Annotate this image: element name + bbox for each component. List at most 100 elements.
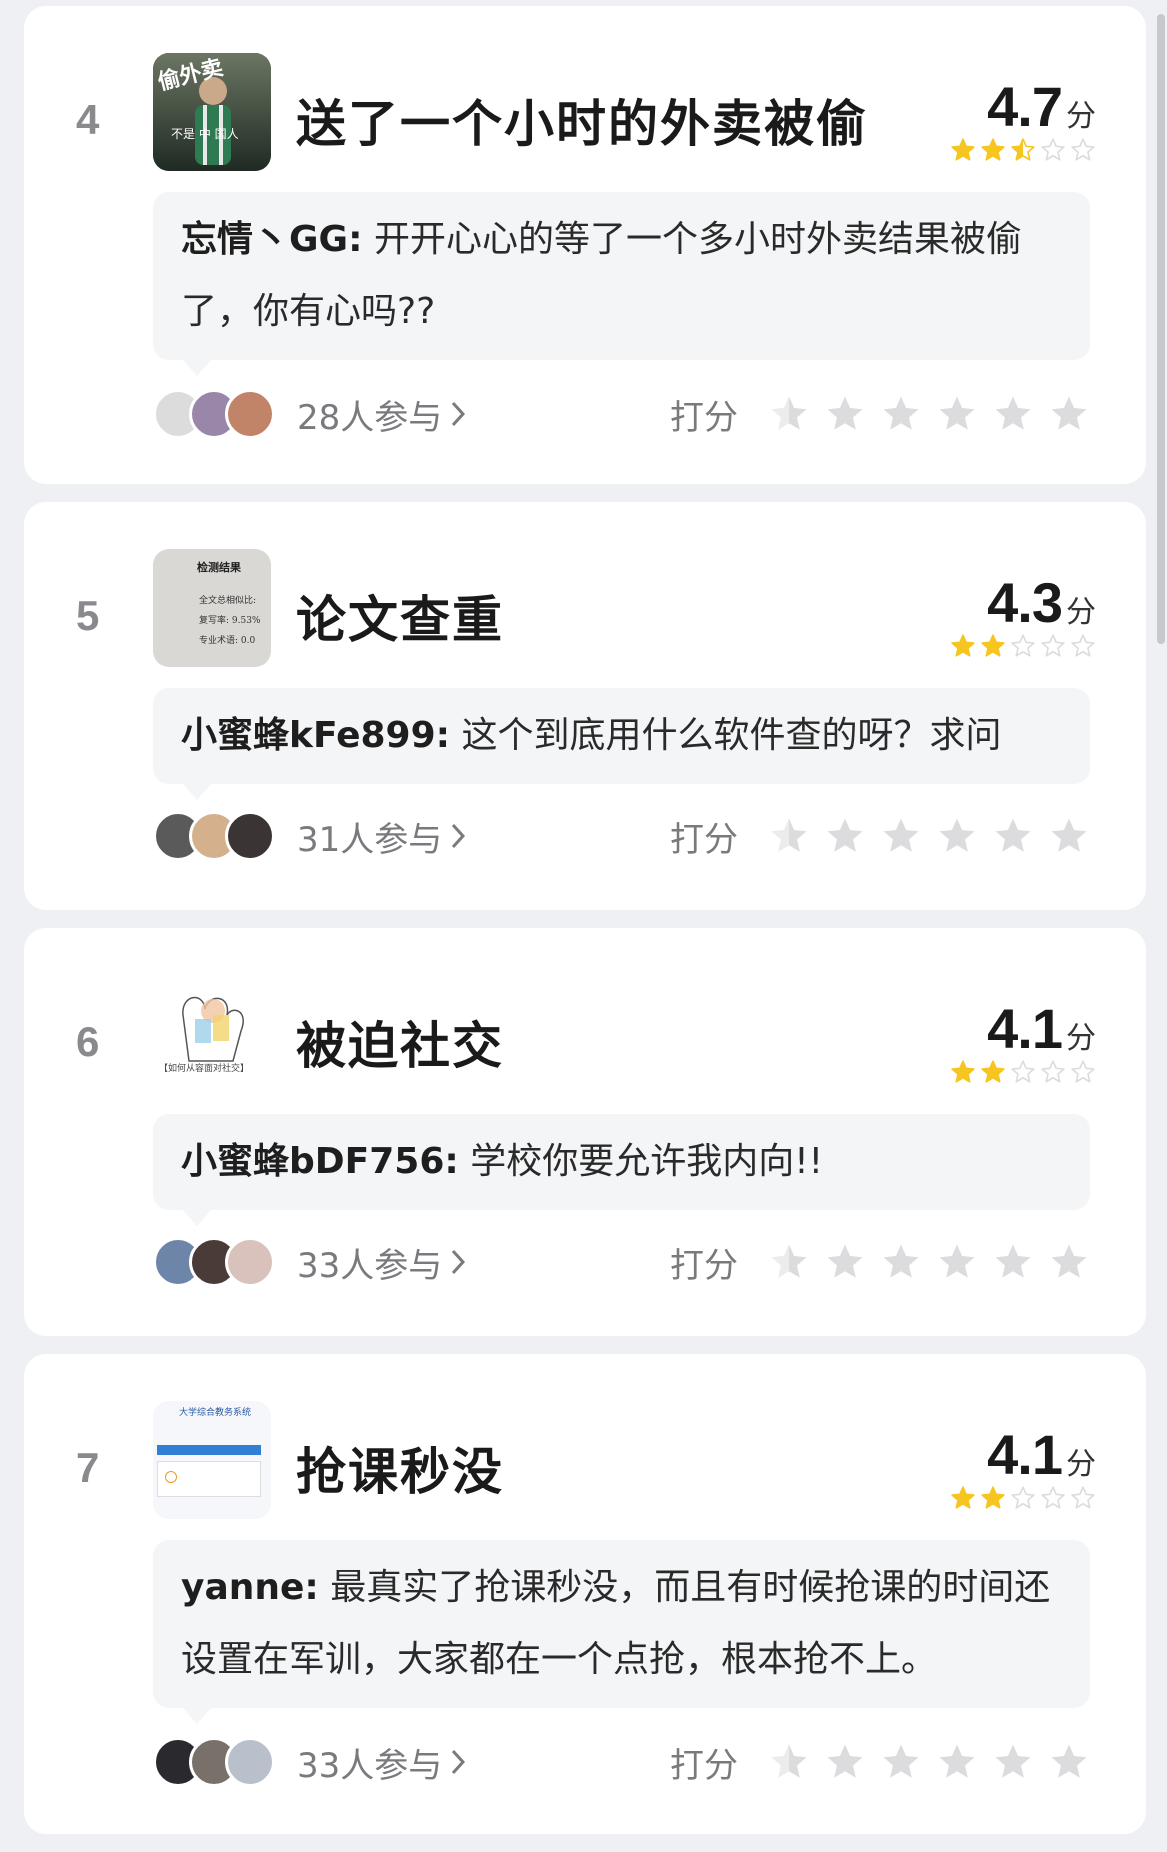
- topic-thumbnail[interactable]: 【如何从容面对社交】: [153, 975, 271, 1093]
- rate-star-icon[interactable]: [992, 393, 1034, 435]
- topic-score: 4.1 分: [950, 996, 1096, 1085]
- score-unit: 分: [1066, 99, 1096, 134]
- star-icon: [981, 1486, 1005, 1509]
- half-star-icon[interactable]: [768, 815, 810, 857]
- rate-star-icon[interactable]: [824, 393, 866, 435]
- thumbnail-caption: 大学综合教务系统: [179, 1408, 252, 1418]
- topic-thumbnail[interactable]: 大学综合教务系统: [153, 1401, 271, 1519]
- rating-widget: 打分: [670, 812, 1090, 861]
- topic-ranking-list: 4 偷外卖 不是 中 国人 送了一个小时的外卖被偷 4.7 分 忘情丶GG: 开…: [24, 6, 1146, 1852]
- rate-star-icon[interactable]: [880, 815, 922, 857]
- rate-stars[interactable]: [768, 815, 1090, 857]
- thumbnail-line: 复写率: 9.53%: [199, 616, 261, 626]
- rate-star-icon[interactable]: [936, 815, 978, 857]
- rate-star-icon[interactable]: [1048, 393, 1090, 435]
- rate-star-icon[interactable]: [880, 1241, 922, 1283]
- scrollbar-thumb[interactable]: [1157, 14, 1165, 644]
- rate-star-icon[interactable]: [992, 1741, 1034, 1783]
- score-stars: [950, 1485, 1096, 1511]
- topic-card[interactable]: 4 偷外卖 不是 中 国人 送了一个小时的外卖被偷 4.7 分 忘情丶GG: 开…: [24, 6, 1146, 484]
- score-value: 4.1: [987, 997, 1063, 1060]
- comment-text: 学校你要允许我内向!!: [470, 1141, 824, 1182]
- star-icon: [1071, 1486, 1095, 1509]
- rate-star-icon[interactable]: [936, 393, 978, 435]
- participants-count: 33人参与: [297, 1245, 443, 1286]
- participants-link[interactable]: 28人参与: [297, 390, 468, 439]
- star-icon: [981, 138, 1005, 161]
- participants-link[interactable]: 33人参与: [297, 1738, 468, 1787]
- star-icon: [1041, 1486, 1065, 1509]
- comment-text: 这个到底用什么软件查的呀？求问: [461, 715, 1002, 756]
- participants-count: 31人参与: [297, 819, 443, 860]
- rate-star-icon[interactable]: [992, 815, 1034, 857]
- half-star-icon[interactable]: [768, 1241, 810, 1283]
- star-icon: [981, 634, 1005, 657]
- rate-star-icon[interactable]: [880, 1741, 922, 1783]
- star-icon: [1071, 634, 1095, 657]
- avatar: [225, 1237, 275, 1287]
- score-unit: 分: [1066, 1447, 1096, 1482]
- thumbnail-caption: 检测结果: [197, 561, 241, 574]
- rate-star-icon[interactable]: [824, 1241, 866, 1283]
- rate-star-icon[interactable]: [1048, 815, 1090, 857]
- topic-card[interactable]: 7 大学综合教务系统 抢课秒没 4.1 分 yanne: 最真实了抢课秒没，而且有…: [24, 1354, 1146, 1834]
- participants-count: 33人参与: [297, 1745, 443, 1786]
- rate-star-icon[interactable]: [936, 1741, 978, 1783]
- rate-stars[interactable]: [768, 1741, 1090, 1783]
- rate-stars[interactable]: [768, 393, 1090, 435]
- topic-title[interactable]: 论文查重: [296, 580, 504, 652]
- participants-link[interactable]: 31人参与: [297, 812, 468, 861]
- rank-number: 4: [76, 96, 100, 143]
- half-star-icon[interactable]: [768, 393, 810, 435]
- rate-star-icon[interactable]: [824, 1741, 866, 1783]
- star-icon: [1011, 1060, 1035, 1083]
- scrollbar[interactable]: [1153, 0, 1167, 1809]
- score-unit: 分: [1066, 595, 1096, 630]
- thumbnail-line: 专业术语: 0.0: [199, 636, 256, 646]
- topic-title[interactable]: 被迫社交: [296, 1006, 504, 1078]
- card-footer: 28人参与 打分: [153, 386, 1090, 442]
- star-icon: [1011, 138, 1035, 161]
- participants-link[interactable]: 33人参与: [297, 1238, 468, 1287]
- topic-card[interactable]: 6 【如何从容面对社交】 被迫社交 4.1 分 小蜜蜂bDF756: 学校你要允许…: [24, 928, 1146, 1336]
- avatar: [225, 1737, 275, 1787]
- rate-star-icon[interactable]: [824, 815, 866, 857]
- topic-score: 4.7 分: [950, 74, 1096, 163]
- rate-star-icon[interactable]: [992, 1241, 1034, 1283]
- star-icon: [951, 138, 975, 161]
- rate-star-icon[interactable]: [880, 393, 922, 435]
- topic-title[interactable]: 抢课秒没: [296, 1432, 504, 1504]
- top-comment[interactable]: yanne: 最真实了抢课秒没，而且有时候抢课的时间还设置在军训，大家都在一个点…: [153, 1540, 1090, 1724]
- star-icon: [981, 1060, 1005, 1083]
- topic-thumbnail[interactable]: 偷外卖 不是 中 国人: [153, 53, 271, 171]
- half-star-icon[interactable]: [768, 1741, 810, 1783]
- participant-avatars[interactable]: [153, 1237, 275, 1287]
- rate-label: 打分: [670, 819, 738, 860]
- rank-number: 7: [76, 1444, 100, 1491]
- score-stars: [950, 137, 1096, 163]
- score-unit: 分: [1066, 1021, 1096, 1056]
- topic-thumbnail[interactable]: 检测结果 全文总相似比: 复写率: 9.53% 专业术语: 0.0: [153, 549, 271, 667]
- star-icon: [1041, 138, 1065, 161]
- card-footer: 33人参与 打分: [153, 1734, 1090, 1790]
- chevron-right-icon: [452, 823, 466, 849]
- top-comment[interactable]: 小蜜蜂kFe899: 这个到底用什么软件查的呀？求问: [153, 688, 1090, 800]
- participant-avatars[interactable]: [153, 811, 275, 861]
- thumbnail-caption-secondary: 不是 中 国人: [171, 127, 239, 141]
- rate-star-icon[interactable]: [1048, 1741, 1090, 1783]
- rate-star-icon[interactable]: [1048, 1241, 1090, 1283]
- star-icon: [951, 1486, 975, 1509]
- top-comment[interactable]: 忘情丶GG: 开开心心的等了一个多小时外卖结果被偷了，你有心吗??: [153, 192, 1090, 376]
- rating-widget: 打分: [670, 390, 1090, 439]
- rate-label: 打分: [670, 1745, 738, 1786]
- card-footer: 33人参与 打分: [153, 1234, 1090, 1290]
- participant-avatars[interactable]: [153, 1737, 275, 1787]
- top-comment[interactable]: 小蜜蜂bDF756: 学校你要允许我内向!!: [153, 1114, 1090, 1226]
- topic-title[interactable]: 送了一个小时的外卖被偷: [296, 84, 868, 156]
- participant-avatars[interactable]: [153, 389, 275, 439]
- topic-card[interactable]: 5 检测结果 全文总相似比: 复写率: 9.53% 专业术语: 0.0 论文查重…: [24, 502, 1146, 910]
- rate-stars[interactable]: [768, 1241, 1090, 1283]
- chevron-right-icon: [452, 401, 466, 427]
- star-icon: [951, 634, 975, 657]
- rate-star-icon[interactable]: [936, 1241, 978, 1283]
